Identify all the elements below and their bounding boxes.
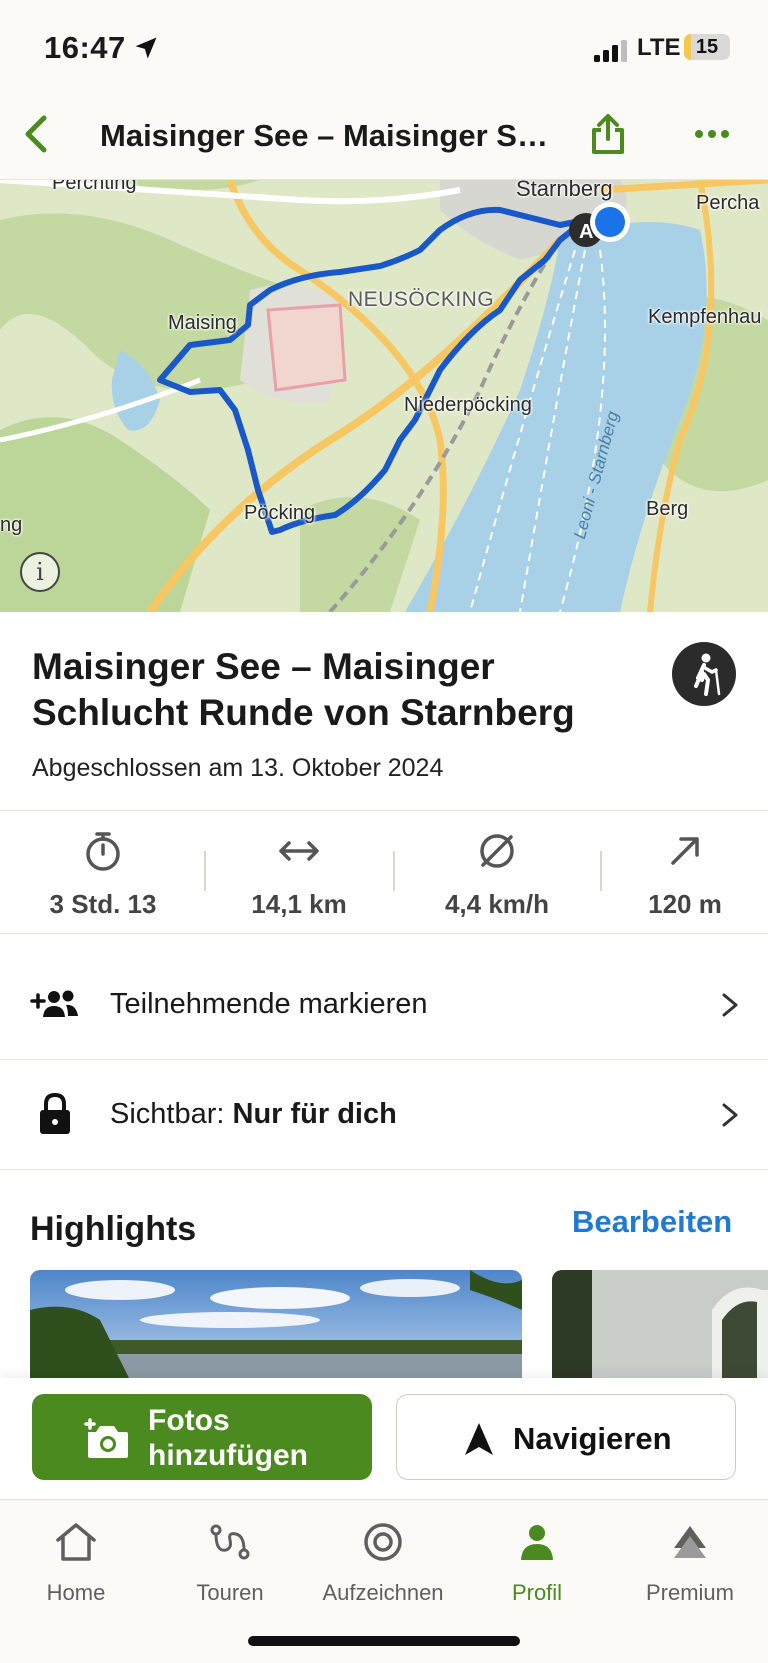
tours-icon <box>210 1524 250 1560</box>
tour-stats: 3 Std. 13 14,1 km 4,4 km/h 120 m <box>0 810 768 934</box>
back-button[interactable] <box>12 110 60 158</box>
map-label-kempfenhausen: Kempfenhau <box>648 306 762 328</box>
battery-level: 15 <box>695 36 719 58</box>
tab-home[interactable]: Home <box>6 1518 146 1606</box>
completed-date: Abgeschlossen am 13. Oktober 2024 <box>32 754 444 782</box>
sport-type-badge[interactable] <box>672 642 736 706</box>
tag-participants-row[interactable]: Teilnehmende markieren <box>0 950 768 1060</box>
navigation-arrow-icon <box>465 1423 493 1455</box>
route-map[interactable]: A Perchting Starnberg Percha NEUSÖCKING … <box>0 180 768 612</box>
map-label-berg: Berg <box>646 498 689 520</box>
stat-value: 120 m <box>648 889 722 919</box>
tab-label: Profil <box>511 1580 563 1605</box>
stat-value: 4,4 km/h <box>444 889 550 919</box>
visibility-label: Sichtbar: Nur für dich <box>110 1098 397 1131</box>
stat-duration: 3 Std. 13 <box>28 829 178 920</box>
stat-divider <box>393 851 395 891</box>
map-label-percha: Percha <box>696 192 760 214</box>
gorge-photo-image <box>552 1270 768 1380</box>
tab-tours[interactable]: Touren <box>160 1518 300 1606</box>
tab-label: Premium <box>645 1580 734 1605</box>
tab-label: Home <box>46 1580 106 1605</box>
home-icon <box>56 1523 96 1561</box>
network-type: LTE <box>637 34 681 61</box>
profile-icon <box>521 1525 553 1560</box>
highlight-photo[interactable] <box>30 1270 522 1380</box>
more-button[interactable] <box>688 114 736 154</box>
map-label-starnberg: Starnberg <box>516 180 613 201</box>
info-icon: i <box>36 558 44 586</box>
record-icon <box>364 1523 402 1561</box>
tab-label: Aufzeichnen <box>322 1580 444 1605</box>
tab-label: Touren <box>196 1580 264 1605</box>
add-people-icon <box>30 990 78 1017</box>
tab-premium[interactable]: Premium <box>620 1518 760 1606</box>
map-label-neusoecking: NEUSÖCKING <box>348 288 495 311</box>
visibility-value: Nur für dich <box>232 1098 397 1130</box>
highlights-edit-link[interactable]: Bearbeiten <box>572 1204 732 1240</box>
hiking-icon <box>694 653 721 696</box>
average-speed-icon <box>480 834 514 868</box>
chevron-right-icon <box>722 1103 738 1127</box>
stat-value: 14,1 km <box>251 889 347 919</box>
tab-record[interactable]: Aufzeichnen <box>313 1518 453 1606</box>
navigate-button[interactable]: Navigieren <box>396 1394 736 1480</box>
add-photos-button[interactable]: Fotos hinzufügen <box>32 1394 372 1480</box>
stat-elevation: 120 m <box>610 829 760 920</box>
uphill-icon <box>671 837 699 865</box>
battery-icon: 15 <box>684 34 730 60</box>
stat-divider <box>204 851 206 891</box>
add-photos-label: Fotos hinzufügen <box>148 1404 308 1472</box>
share-icon <box>592 114 624 154</box>
tab-profile[interactable]: Profil <box>467 1518 607 1606</box>
map-label-maising: Maising <box>168 312 237 334</box>
premium-icon <box>674 1526 706 1558</box>
location-arrow-icon <box>135 37 157 59</box>
chevron-left-icon <box>25 115 47 153</box>
stat-speed: 4,4 km/h <box>422 829 572 920</box>
status-time: 16:47 <box>44 30 126 65</box>
status-bar: 16:47 LTE 15 <box>0 0 768 96</box>
stat-distance: 14,1 km <box>224 829 374 920</box>
visibility-prefix: Sichtbar: <box>110 1098 233 1130</box>
add-photo-icon <box>84 1418 128 1458</box>
stat-divider <box>600 851 602 891</box>
signal-icon <box>594 40 627 62</box>
map-canvas: A <box>0 180 768 612</box>
lock-icon <box>40 1093 70 1134</box>
stat-value: 3 Std. 13 <box>49 889 157 919</box>
map-label-niederpoecking: Niederpöcking <box>404 394 532 416</box>
visibility-row[interactable]: Sichtbar: Nur für dich <box>0 1060 768 1170</box>
map-label-left-edge: ng <box>0 514 23 536</box>
lake-photo-image <box>30 1270 522 1380</box>
stopwatch-icon <box>86 832 120 871</box>
map-info-button[interactable]: i <box>20 552 60 592</box>
highlights-heading: Highlights <box>30 1210 197 1248</box>
distance-icon <box>279 841 319 861</box>
chevron-right-icon <box>722 993 738 1017</box>
navigate-label: Navigieren <box>513 1421 672 1456</box>
top-nav-bar: Maisinger See – Maisinger Schlucht Runde… <box>0 96 768 180</box>
tag-participants-label: Teilnehmende markieren <box>110 988 428 1020</box>
share-button[interactable] <box>584 108 632 160</box>
more-dots-icon <box>695 130 729 138</box>
tour-title: Maisinger See – Maisinger Schlucht Runde… <box>32 646 575 733</box>
highlight-photo[interactable] <box>552 1270 768 1380</box>
map-label-poecking: Pöcking <box>244 502 316 524</box>
page-title: Maisinger See – Maisinger Schlucht Runde… <box>100 118 550 153</box>
map-label-perchting: Perchting <box>52 180 137 194</box>
home-indicator <box>248 1636 520 1646</box>
action-bar: Fotos hinzufügen Navigieren <box>0 1378 768 1500</box>
